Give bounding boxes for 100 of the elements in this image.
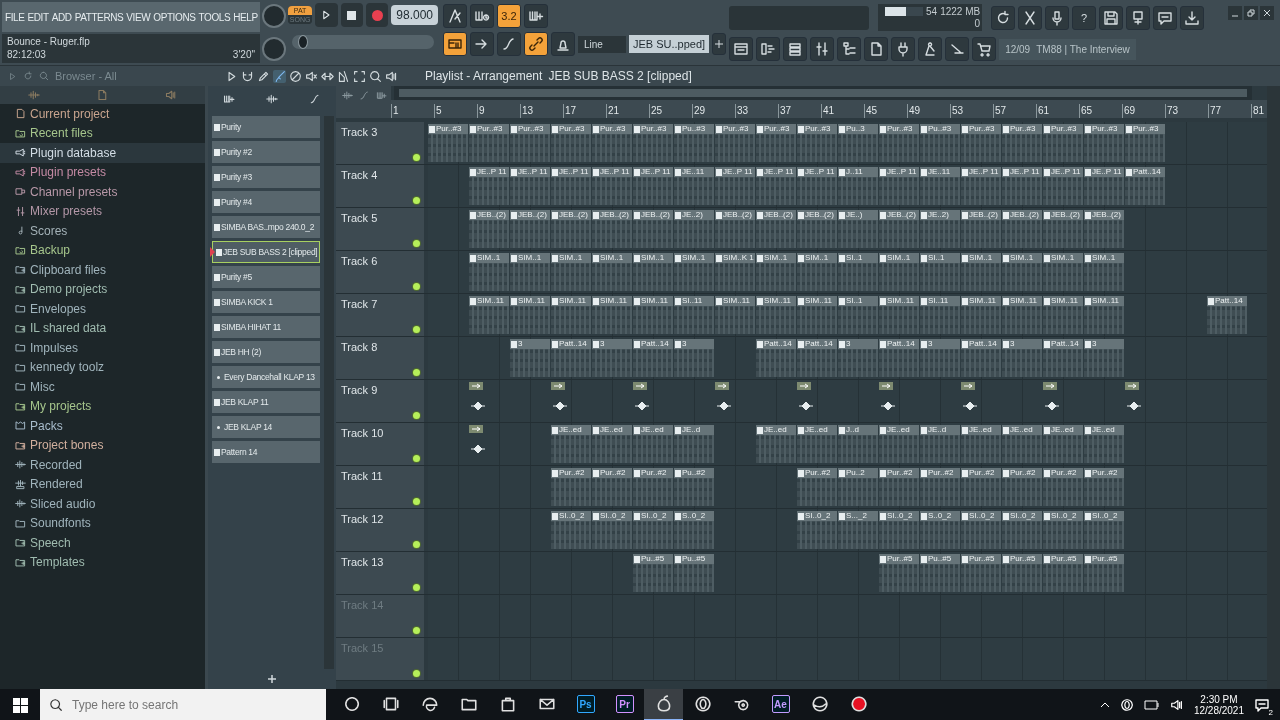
pattern-clip[interactable]: Pu..#5 (674, 554, 714, 592)
pattern-clip[interactable]: JEB..(2) (469, 210, 509, 248)
mixer-button[interactable] (810, 37, 835, 61)
metronome-button[interactable] (443, 4, 467, 28)
track-header[interactable]: Track 6 (336, 251, 424, 293)
pattern-clip[interactable]: Patt..14 (551, 339, 591, 377)
pattern-clip[interactable]: JE..P 11 (961, 167, 1001, 205)
tempo-field[interactable]: 98.000 (391, 5, 438, 25)
pattern-clip[interactable]: Pur..#2 (1002, 468, 1042, 506)
folder-tree-button[interactable] (837, 37, 862, 61)
pattern-clip[interactable]: SI..0_2 (961, 511, 1001, 549)
pattern-clip[interactable]: SIM..11 (715, 296, 755, 334)
pattern-clip[interactable]: Patt..14 (756, 339, 796, 377)
pattern-clip[interactable]: JE..P 11 (592, 167, 632, 205)
browser-item[interactable]: Clipboard files (0, 260, 205, 280)
pattern-clip[interactable]: SI..0_2 (551, 511, 591, 549)
ban-tool[interactable] (289, 69, 302, 83)
track-header[interactable]: Track 9 (336, 380, 424, 422)
pattern-clip[interactable]: Pur..#2 (1084, 468, 1124, 506)
menu-item[interactable]: TOOLS (198, 11, 231, 23)
menu-item[interactable]: EDIT (27, 11, 49, 23)
pattern-picker-item[interactable]: JEB SUB BASS 2 [clipped] (212, 241, 320, 263)
pattern-clip[interactable]: SIM..1 (961, 253, 1001, 291)
pattern-clip[interactable]: JE..ed (797, 425, 837, 463)
browser-item[interactable]: Plugin database (0, 143, 205, 163)
pattern-clip[interactable]: SIM..1 (510, 253, 550, 291)
cart-button[interactable] (972, 37, 997, 61)
track-header[interactable]: Track 3 (336, 122, 424, 164)
pattern-clip[interactable]: Pur..#2 (879, 468, 919, 506)
add-pattern-button[interactable] (712, 33, 727, 55)
pattern-clip[interactable]: 3 (510, 339, 550, 377)
plug-button[interactable] (891, 37, 916, 61)
browser-item[interactable]: My projects (0, 396, 205, 416)
browser-item[interactable]: Soundfonts (0, 513, 205, 533)
stamp-button[interactable] (551, 32, 575, 56)
pattern-clip[interactable]: Pur..#5 (879, 554, 919, 592)
pattern-clip[interactable]: SI..0_2 (1084, 511, 1124, 549)
pattern-clip[interactable]: JE..P 11 (1043, 167, 1083, 205)
close-button[interactable] (1260, 6, 1274, 20)
menu-item[interactable]: FILE (5, 11, 25, 23)
scrollbar[interactable] (1267, 86, 1280, 689)
curve-button[interactable] (497, 32, 521, 56)
pattern-clip[interactable]: SI..1 (838, 253, 878, 291)
pattern-clip[interactable]: Pu..#2 (674, 468, 714, 506)
browser-item[interactable]: Scores (0, 221, 205, 241)
pattern-clip[interactable]: Pur..#3 (879, 124, 919, 162)
menu-item[interactable]: VIEW (126, 11, 151, 23)
browser-item[interactable]: Recent files (0, 123, 205, 143)
slice-tool[interactable] (337, 69, 350, 83)
pattern-clip[interactable]: Patt..14 (879, 339, 919, 377)
pattern-clip[interactable]: JE..ed (592, 425, 632, 463)
pattern-clip[interactable]: SIM..11 (756, 296, 796, 334)
pattern-clip[interactable]: 3 (920, 339, 960, 377)
pattern-clip[interactable]: Pu..#5 (633, 554, 673, 592)
pattern-clip[interactable]: 3 (592, 339, 632, 377)
track-enable-dot[interactable] (413, 584, 420, 591)
playlist-button[interactable] (729, 37, 754, 61)
pattern-clip[interactable]: JE..2) (674, 210, 714, 248)
microphone-button[interactable] (1045, 5, 1070, 30)
zoom-tool[interactable] (369, 69, 382, 83)
pattern-clip[interactable]: SI..1 (838, 296, 878, 334)
track-header[interactable]: Track 11 (336, 466, 424, 508)
browser-item[interactable]: Project bones (0, 435, 205, 455)
pattern-clip[interactable]: Pu..#5 (920, 554, 960, 592)
track-enable-dot[interactable] (413, 412, 420, 419)
browser-item[interactable]: Sliced audio (0, 494, 205, 514)
pattern-clip[interactable]: Pur..#3 (1002, 124, 1042, 162)
pattern-clip[interactable]: 3 (674, 339, 714, 377)
track-header[interactable]: Track 13 (336, 552, 424, 594)
pattern-picker-item[interactable]: JEB KLAP 11 (212, 391, 320, 413)
pattern-clip[interactable]: JE..ed (551, 425, 591, 463)
pattern-clip[interactable]: SIM..1 (592, 253, 632, 291)
clock-time[interactable]: 2:30 PM (1200, 694, 1238, 705)
stop-button[interactable] (340, 3, 363, 27)
figure-button[interactable] (918, 37, 943, 61)
pattern-clip[interactable]: JE..11 (674, 167, 714, 205)
pattern-clip[interactable]: JEB..(2) (756, 210, 796, 248)
pattern-clip[interactable]: SIM..1 (551, 253, 591, 291)
download-button[interactable] (1180, 5, 1205, 30)
document-button[interactable] (864, 37, 889, 61)
browser-item[interactable]: Speech (0, 533, 205, 553)
pattern-clip[interactable]: SI..0_2 (797, 511, 837, 549)
pattern-clip[interactable]: JEB..(2) (715, 210, 755, 248)
floppy-export-button[interactable] (1126, 5, 1151, 30)
track-enable-dot[interactable] (413, 240, 420, 247)
pattern-clip[interactable]: SIM..1 (674, 253, 714, 291)
news-ticker[interactable]: 12/09 TM88 | The Interview (999, 38, 1136, 60)
pattern-clip[interactable]: SIM..11 (592, 296, 632, 334)
mute-speaker-tool[interactable] (305, 69, 318, 83)
pattern-picker-item[interactable]: JEB HH (2) (212, 341, 320, 363)
speech-bubble-button[interactable] (1153, 5, 1178, 30)
pattern-clip[interactable]: 3 (1084, 339, 1124, 377)
pattern-clip[interactable]: JE..11 (920, 167, 960, 205)
browser-item[interactable]: Channel presets (0, 182, 205, 202)
clock-date[interactable]: 12/28/2021 (1193, 705, 1244, 716)
play-tool[interactable] (225, 69, 238, 83)
pattern-clip[interactable]: Pur..#3 (797, 124, 837, 162)
pattern-clip[interactable]: SIM..1 (1043, 253, 1083, 291)
track-enable-dot[interactable] (413, 197, 420, 204)
pattern-clip[interactable]: 3 (838, 339, 878, 377)
